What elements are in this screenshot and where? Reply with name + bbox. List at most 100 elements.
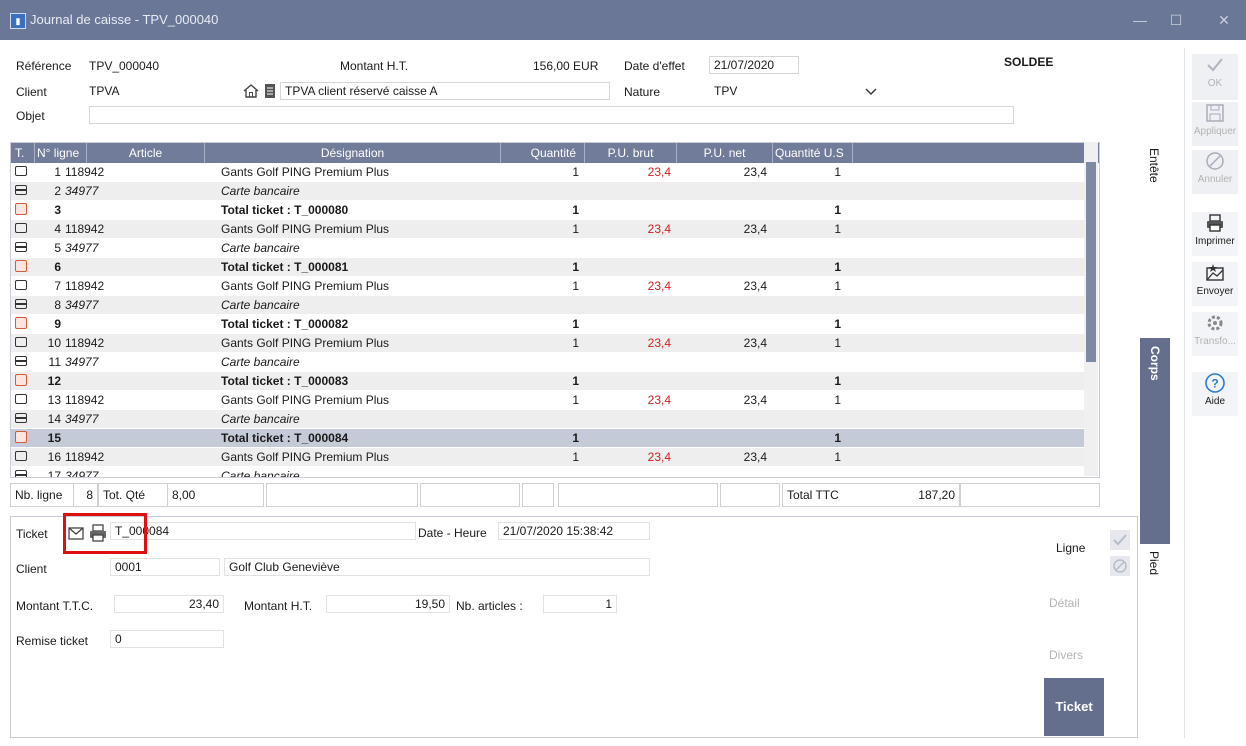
imprimer-button[interactable]: Imprimer <box>1192 212 1238 256</box>
nb-ligne-label: Nb. ligne <box>10 483 74 507</box>
col-line-number[interactable]: N° ligne <box>35 143 87 163</box>
cancel-line-icon[interactable] <box>1110 556 1130 576</box>
col-quantity[interactable]: Quantité <box>501 143 585 163</box>
cell-num: 17 <box>47 469 61 478</box>
table-row[interactable]: 9 Total ticket : T_000082 1 1 <box>11 315 1085 333</box>
annuler-button[interactable]: Annuler <box>1192 150 1238 194</box>
ticket-total-icon <box>15 374 27 386</box>
maximize-button[interactable]: ☐ <box>1166 10 1186 30</box>
table-row[interactable]: 11 34977 Carte bancaire <box>11 353 1085 371</box>
table-row[interactable]: 7 118942 Gants Golf PING Premium Plus 1 23,4… <box>11 277 1085 295</box>
cell-qus <box>773 239 845 257</box>
table-row[interactable]: 3 Total ticket : T_000080 1 1 <box>11 201 1085 219</box>
cell-pun <box>677 410 771 428</box>
reference-value: TPV_000040 <box>89 59 160 73</box>
lines-grid[interactable]: T. N° ligne Article Désignation Quantité… <box>10 142 1100 478</box>
card-icon <box>15 470 27 477</box>
envoyer-button[interactable]: Envoyer <box>1192 262 1238 306</box>
table-row[interactable]: 4 118942 Gants Golf PING Premium Plus 1 23,4… <box>11 220 1085 238</box>
cell-qte: 1 <box>572 203 579 217</box>
transfo-button[interactable]: Transfo... <box>1192 312 1238 356</box>
subtab-divers[interactable]: Divers <box>1049 648 1083 662</box>
cell-qus <box>773 410 845 428</box>
table-row[interactable]: 13 118942 Gants Golf PING Premium Plus 1 23,… <box>11 391 1085 409</box>
cell-desig: Gants Golf PING Premium Plus <box>221 393 390 407</box>
col-quantity-us[interactable]: Quantité U.S <box>773 143 853 163</box>
table-row[interactable]: 17 34977 Carte bancaire <box>11 467 1085 478</box>
sidetab-entete[interactable]: Entête <box>1147 148 1161 183</box>
cell-num: 3 <box>54 203 61 217</box>
col-article[interactable]: Article <box>87 143 205 163</box>
ticket-client-name-field[interactable]: Golf Club Geneviève <box>224 558 650 576</box>
objet-field[interactable] <box>89 106 1014 124</box>
table-row[interactable]: 5 34977 Carte bancaire <box>11 239 1085 257</box>
chevron-down-icon[interactable] <box>864 84 878 98</box>
date-effet-field[interactable]: 21/07/2020 <box>709 56 799 74</box>
validate-line-icon[interactable] <box>1110 530 1130 550</box>
remise-field[interactable]: 0 <box>110 630 224 648</box>
cell-article: 118942 <box>65 165 105 179</box>
ok-button-label: OK <box>1207 78 1223 89</box>
cell-num: 1 <box>54 165 61 179</box>
date-heure-label: Date - Heure <box>418 526 487 540</box>
subtab-ligne[interactable]: Ligne <box>1056 541 1085 555</box>
client-code-field[interactable]: TPVA <box>84 82 236 100</box>
aide-button[interactable]: ? Aide <box>1192 372 1238 416</box>
cell-pub <box>585 429 675 447</box>
appliquer-button[interactable]: Appliquer <box>1192 102 1238 146</box>
minimize-button[interactable]: — <box>1130 10 1150 30</box>
home-icon[interactable] <box>242 82 260 100</box>
table-row[interactable]: 12 Total ticket : T_000083 1 1 <box>11 372 1085 390</box>
appliquer-button-label: Appliquer <box>1193 126 1237 137</box>
date-heure-field[interactable]: 21/07/2020 15:38:42 <box>498 522 650 540</box>
cell-qus <box>773 182 845 200</box>
document-icon[interactable] <box>262 82 278 100</box>
col-pu-net[interactable]: P.U. net <box>677 143 773 163</box>
close-button[interactable]: ✕ <box>1214 10 1234 30</box>
table-row[interactable]: 1 118942 Gants Golf PING Premium Plus 1 23,4… <box>11 163 1085 181</box>
sidetab-corps-bg[interactable]: Corps <box>1140 338 1170 544</box>
col-pu-brut[interactable]: P.U. brut <box>585 143 677 163</box>
ok-button[interactable]: OK <box>1192 54 1238 100</box>
table-row[interactable]: 10 118942 Gants Golf PING Premium Plus 1 23,… <box>11 334 1085 352</box>
table-row[interactable]: 15 Total ticket : T_000084 1 1 <box>11 429 1085 447</box>
table-row[interactable]: 6 Total ticket : T_000081 1 1 <box>11 258 1085 276</box>
app-icon: ▮ <box>10 13 26 29</box>
cell-qte: 1 <box>572 431 579 445</box>
table-row[interactable]: 14 34977 Carte bancaire <box>11 410 1085 428</box>
highlight-box <box>63 513 147 554</box>
cell-article: 34977 <box>65 241 99 255</box>
ticket-client-code-field[interactable]: 0001 <box>110 558 220 576</box>
help-icon: ? <box>1205 373 1225 393</box>
nb-articles-field[interactable]: 1 <box>543 595 617 613</box>
sidetab-pied[interactable]: Pied <box>1147 551 1161 575</box>
montant-ttc-field[interactable]: 23,40 <box>114 595 224 613</box>
client-name-field[interactable]: TPVA client réservé caisse A <box>280 82 610 100</box>
cell-qte: 1 <box>572 336 579 350</box>
table-row[interactable]: 2 34977 Carte bancaire <box>11 182 1085 200</box>
ticket-montant-ht-field[interactable]: 19,50 <box>326 595 450 613</box>
cell-qte: 1 <box>572 393 579 407</box>
ticket-label: Ticket <box>16 527 48 541</box>
cart-icon <box>15 280 27 290</box>
cell-qte <box>501 239 583 257</box>
col-designation[interactable]: Désignation <box>205 143 501 163</box>
ticket-number-field[interactable]: T_000084 <box>110 522 416 540</box>
cell-pun <box>677 296 771 314</box>
nature-select[interactable]: TPV <box>709 82 881 100</box>
subtab-detail[interactable]: Détail <box>1049 596 1080 610</box>
subtab-ticket[interactable]: Ticket <box>1044 678 1104 736</box>
cart-icon <box>15 166 27 176</box>
card-icon <box>15 299 27 309</box>
table-row[interactable]: 8 34977 Carte bancaire <box>11 296 1085 314</box>
sidetab-corps[interactable]: Corps <box>1148 346 1162 381</box>
printer-icon <box>1207 214 1223 232</box>
cell-desig: Total ticket : T_000082 <box>221 317 349 331</box>
col-type[interactable]: T. <box>11 143 35 163</box>
send-icon <box>1206 264 1224 281</box>
grid-scrollbar-thumb[interactable] <box>1086 162 1096 362</box>
total-ttc-value: 187,20 <box>862 483 960 507</box>
cell-num: 15 <box>47 431 61 445</box>
card-icon <box>15 413 27 423</box>
table-row[interactable]: 16 118942 Gants Golf PING Premium Plus 1 23,… <box>11 448 1085 466</box>
